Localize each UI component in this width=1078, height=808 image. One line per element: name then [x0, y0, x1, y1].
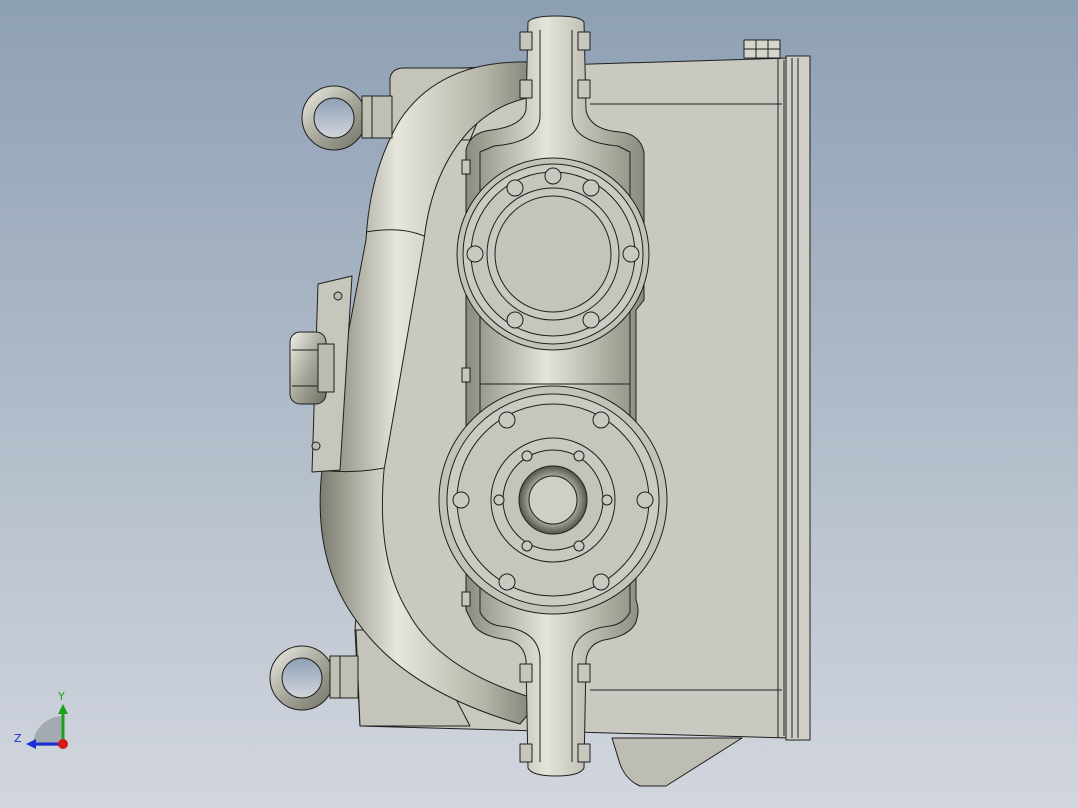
rib-bolt: [461, 591, 471, 607]
rib-bolt: [577, 31, 591, 51]
cover-bolt: [506, 179, 524, 197]
flange-bolt: [573, 540, 585, 552]
flange-bolt: [521, 540, 533, 552]
flange-bolt: [493, 494, 505, 506]
flange-bolt: [573, 450, 585, 462]
rib-bolt: [577, 663, 591, 683]
gearbox-model[interactable]: [269, 15, 811, 787]
cover-bolt: [452, 491, 470, 509]
rib-bolt: [519, 663, 533, 683]
cover-bolt: [636, 491, 654, 509]
cover-bolt: [498, 573, 516, 591]
rib-bolt: [577, 79, 591, 99]
cover-bolt: [582, 311, 600, 329]
rib-bolt: [519, 743, 533, 763]
rib-bolt: [461, 367, 471, 383]
x-axis-dot: [58, 739, 68, 749]
cover-bolt: [622, 245, 640, 263]
cover-bolt: [582, 179, 600, 197]
cover-bolt: [592, 573, 610, 591]
z-axis-label: Z: [14, 732, 22, 745]
cover-bolt: [544, 167, 562, 185]
rib-bolt: [519, 79, 533, 99]
cad-viewport[interactable]: Y Z: [0, 0, 1078, 808]
cover-bolt: [498, 411, 516, 429]
flange-bolt: [521, 450, 533, 462]
flange-bolt: [601, 494, 613, 506]
rib-bolt: [577, 743, 591, 763]
upper-bearing-cover[interactable]: [456, 157, 650, 351]
cover-bolt: [592, 411, 610, 429]
breather-plug[interactable]: [743, 39, 781, 59]
cover-bolt: [506, 311, 524, 329]
y-axis-label: Y: [57, 690, 65, 703]
lower-bearing-cover[interactable]: [438, 385, 668, 615]
rib-bolt: [461, 159, 471, 175]
cover-bolt: [466, 245, 484, 263]
rib-bolt: [519, 31, 533, 51]
